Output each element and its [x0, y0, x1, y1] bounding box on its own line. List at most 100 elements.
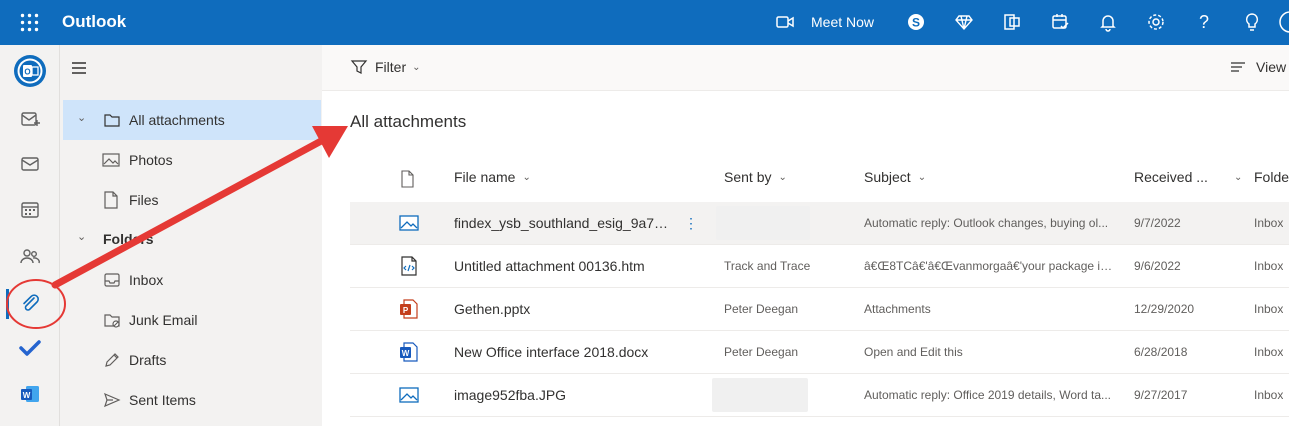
folder: Inbox: [1254, 345, 1284, 359]
nav-item-files[interactable]: Files: [63, 180, 321, 220]
subject: Automatic reply: Office 2019 details, Wo…: [864, 388, 1112, 402]
received-date: 9/6/2022: [1134, 259, 1181, 273]
filter-icon: [350, 60, 368, 74]
video-camera-icon: [776, 16, 794, 28]
calendar-icon[interactable]: [19, 199, 41, 221]
subject: Automatic reply: Outlook changes, buying…: [864, 216, 1109, 230]
meet-now-button[interactable]: Meet Now: [775, 10, 885, 34]
table-row[interactable]: findex_ysb_southland_esig_9a753... ⋮ Aut…: [350, 202, 1289, 245]
nav-item-label: Inbox: [129, 272, 164, 288]
file-name: findex_ysb_southland_esig_9a753...: [454, 215, 670, 231]
table-row[interactable]: Untitled attachment 00136.htm Track and …: [350, 245, 1289, 288]
folder: Inbox: [1254, 302, 1284, 316]
nav-item-label: Photos: [129, 152, 173, 168]
mail-icon[interactable]: [19, 153, 41, 175]
svg-text:W: W: [402, 349, 410, 358]
folder: Inbox: [1254, 216, 1284, 230]
skype-button[interactable]: S: [904, 10, 928, 34]
nav-item-folders[interactable]: ⌄ Folders: [63, 219, 321, 259]
folder-pane: ⌄ All attachments Photos Files ⌄ Folders…: [60, 45, 322, 426]
redacted-sender: [712, 378, 808, 412]
nav-item-label: Sent Items: [129, 392, 196, 408]
svg-text:O: O: [24, 68, 30, 77]
account-button[interactable]: [1278, 10, 1289, 34]
received-date: 9/27/2017: [1134, 388, 1188, 402]
nav-section-label: Folders: [103, 231, 154, 247]
folder-icon: [104, 114, 120, 127]
junk-folder-icon: [104, 314, 120, 328]
todo-icon[interactable]: [19, 337, 41, 359]
file-name: Untitled attachment 00136.htm: [454, 258, 645, 274]
file-name: New Office interface 2018.docx: [454, 344, 649, 360]
page-title: All attachments: [350, 112, 467, 131]
sender: Peter Deegan: [724, 302, 799, 316]
word-app-icon[interactable]: W: [19, 383, 41, 405]
nav-item-label: Junk Email: [129, 312, 198, 328]
nav-item-label: All attachments: [129, 112, 225, 128]
table-row[interactable]: image952fba.JPG Automatic reply: Office …: [350, 374, 1289, 417]
filter-label: Filter: [375, 59, 407, 75]
new-mail-icon[interactable]: [19, 108, 41, 130]
my-day-button[interactable]: [1048, 10, 1072, 34]
premium-button[interactable]: [952, 10, 976, 34]
column-header-file-name[interactable]: File name ⌄: [454, 169, 531, 185]
skype-icon: S: [908, 14, 924, 30]
word-file-icon: W: [400, 342, 418, 362]
filter-button[interactable]: Filter ⌄: [350, 58, 421, 76]
chevron-down-icon: ⌄: [917, 171, 927, 183]
subject: â€Œ8TCâ€'â€Œvanmorgaâ€'your package is o…: [864, 259, 1114, 273]
nav-item-label: Drafts: [129, 352, 167, 368]
gear-icon: [1148, 14, 1164, 30]
bell-icon: [1100, 15, 1116, 32]
received-date: 6/28/2018: [1134, 345, 1188, 359]
nav-item-label: Files: [129, 192, 159, 208]
photo-icon: [102, 153, 120, 167]
received-date: 9/7/2022: [1134, 216, 1181, 230]
paperclip-icon[interactable]: [19, 292, 41, 314]
column-header-label: Sent by: [724, 169, 772, 185]
column-header-received[interactable]: Received ... ⌄: [1134, 169, 1242, 185]
view-button[interactable]: View: [1229, 58, 1286, 76]
office-apps-button[interactable]: [1000, 10, 1024, 34]
table-row[interactable]: P Gethen.pptx Peter Deegan Attachments 1…: [350, 288, 1289, 331]
nav-item-sent-items[interactable]: Sent Items: [63, 380, 321, 420]
svg-text:W: W: [23, 391, 31, 400]
powerpoint-file-icon: P: [400, 299, 418, 319]
received-date: 12/29/2020: [1134, 302, 1195, 316]
nav-item-drafts[interactable]: Drafts: [63, 340, 321, 380]
pencil-icon: [105, 353, 119, 367]
table-row[interactable]: W New Office interface 2018.docx Peter D…: [350, 331, 1289, 374]
column-header-subject[interactable]: Subject ⌄: [864, 169, 926, 185]
chevron-down-icon[interactable]: ⌄: [77, 230, 86, 243]
view-lines-icon: [1231, 62, 1245, 72]
notifications-button[interactable]: [1096, 10, 1120, 34]
column-header-label: Received ...: [1134, 169, 1208, 185]
nav-item-photos[interactable]: Photos: [63, 140, 321, 180]
people-icon[interactable]: [19, 245, 41, 267]
help-button[interactable]: ?: [1192, 10, 1216, 34]
outlook-logo-icon[interactable]: O: [13, 54, 47, 88]
folder: Inbox: [1254, 259, 1284, 273]
settings-button[interactable]: [1144, 10, 1168, 34]
command-bar: Filter ⌄ View: [322, 45, 1289, 91]
top-bar: Outlook Meet Now S ?: [0, 0, 1289, 45]
sender: Peter Deegan: [724, 345, 799, 359]
app-launcher-icon[interactable]: [20, 13, 39, 32]
nav-item-junk-email[interactable]: Junk Email: [63, 300, 321, 340]
column-header-sent-by[interactable]: Sent by ⌄: [724, 169, 787, 185]
send-icon: [104, 392, 121, 408]
active-indicator: [6, 289, 9, 319]
column-header-folder[interactable]: Folde: [1254, 169, 1289, 185]
chevron-down-icon[interactable]: ⌄: [77, 111, 86, 124]
hamburger-menu-icon[interactable]: [70, 59, 88, 77]
column-header-label: Folde: [1254, 169, 1289, 185]
more-options-icon[interactable]: ⋮: [684, 215, 698, 232]
column-header-label: File name: [454, 169, 516, 185]
subject: Open and Edit this: [864, 345, 963, 359]
file-type-header-icon[interactable]: [400, 170, 416, 188]
app-name[interactable]: Outlook: [62, 12, 126, 32]
nav-item-inbox[interactable]: Inbox: [63, 260, 321, 300]
file-name: Gethen.pptx: [454, 301, 531, 317]
nav-item-all-attachments[interactable]: ⌄ All attachments: [63, 100, 321, 140]
tips-button[interactable]: [1240, 10, 1264, 34]
